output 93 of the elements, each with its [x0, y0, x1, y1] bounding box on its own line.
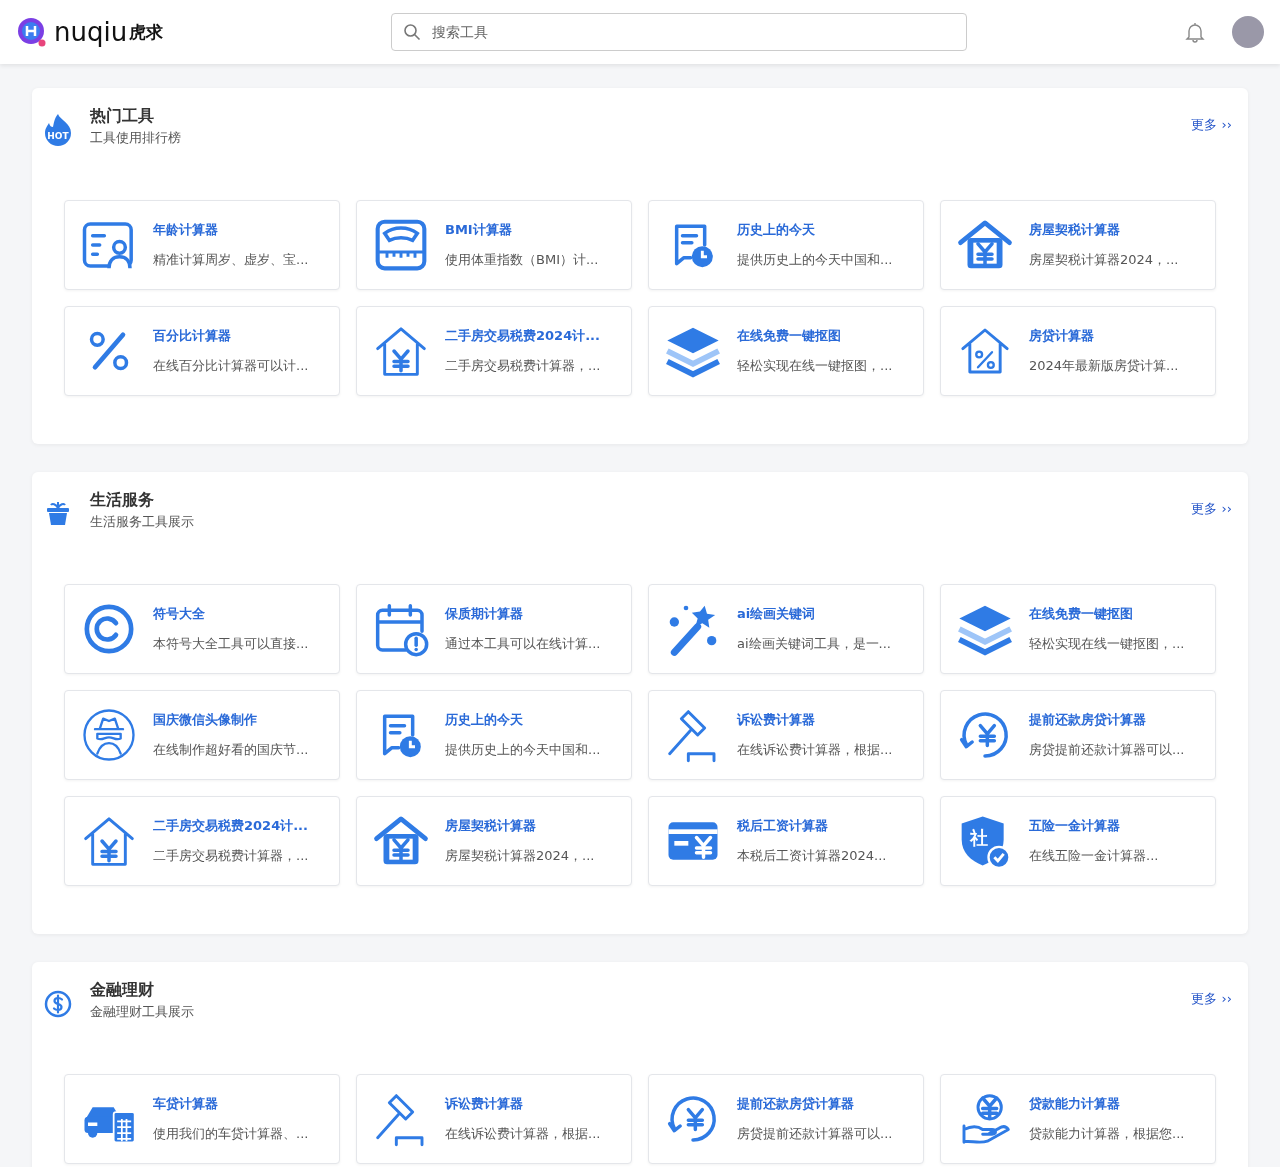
tool-card[interactable]: 二手房交易税费2024计... 二手房交易税费计算器，... — [356, 306, 632, 396]
tool-description: 二手房交易税费计算器，... — [445, 357, 601, 375]
tool-name: BMI计算器 — [445, 221, 513, 239]
tool-card[interactable]: 保质期计算器 通过本工具可以在线计算... — [356, 584, 632, 674]
tool-name: 房贷计算器 — [1029, 327, 1095, 345]
tool-card[interactable]: 符号大全 本符号大全工具可以直接... — [64, 584, 340, 674]
tool-name: 年龄计算器 — [153, 221, 219, 239]
tool-card[interactable]: BMI计算器 使用体重指数（BMI）计... — [356, 200, 632, 290]
tool-card[interactable]: 在线免费一键抠图 轻松实现在线一键抠图，... — [648, 306, 924, 396]
tool-description: 在线五险一金计算器... — [1029, 847, 1159, 865]
tool-description: 贷款能力计算器，根据您... — [1029, 1125, 1185, 1143]
tool-name: 保质期计算器 — [445, 605, 524, 623]
tool-description: 房贷提前还款计算器可以... — [737, 1125, 893, 1143]
tool-card[interactable]: 国庆微信头像制作 在线制作超好看的国庆节... — [64, 690, 340, 780]
tool-name: 历史上的今天 — [737, 221, 816, 239]
tool-description: ai绘画关键词工具，是一... — [737, 635, 891, 653]
tool-card[interactable]: 房贷计算器 2024年最新版房贷计算... — [940, 306, 1216, 396]
tool-name: 国庆微信头像制作 — [153, 711, 258, 729]
tool-description: 轻松实现在线一键抠图，... — [1029, 635, 1185, 653]
tool-name: 历史上的今天 — [445, 711, 524, 729]
more-link[interactable]: 更多 ›› — [1191, 116, 1232, 134]
more-link[interactable]: 更多 ›› — [1191, 500, 1232, 518]
tool-card[interactable]: 房屋契税计算器 房屋契税计算器2024，... — [940, 200, 1216, 290]
tool-description: 房屋契税计算器2024，... — [445, 847, 595, 865]
tool-name: 诉讼费计算器 — [737, 711, 816, 729]
tool-name: 在线免费一键抠图 — [737, 327, 842, 345]
section-title: 热门工具 — [90, 106, 155, 127]
tool-card[interactable]: 年龄计算器 精准计算周岁、虚岁、宝... — [64, 200, 340, 290]
tool-card[interactable]: 诉讼费计算器 在线诉讼费计算器，根据... — [356, 1074, 632, 1164]
tool-description: 使用体重指数（BMI）计... — [445, 251, 599, 269]
tool-description: 在线诉讼费计算器，根据... — [737, 741, 893, 759]
calendar-alert-icon — [373, 601, 429, 657]
tool-card[interactable]: 贷款能力计算器 贷款能力计算器，根据您... — [940, 1074, 1216, 1164]
search-field[interactable]: 搜索工具 — [391, 13, 967, 51]
tool-name: 提前还款房贷计算器 — [1029, 711, 1147, 729]
tool-description: 精准计算周岁、虚岁、宝... — [153, 251, 309, 269]
tool-card[interactable]: 提前还款房贷计算器 房贷提前还款计算器可以... — [648, 1074, 924, 1164]
tool-card[interactable]: 税后工资计算器 本税后工资计算器2024... — [648, 796, 924, 886]
tool-description: 通过本工具可以在线计算... — [445, 635, 601, 653]
tool-name: 符号大全 — [153, 605, 206, 623]
tool-description: 在线诉讼费计算器，根据... — [445, 1125, 601, 1143]
tool-description: 本符号大全工具可以直接... — [153, 635, 309, 653]
tool-card[interactable]: 诉讼费计算器 在线诉讼费计算器，根据... — [648, 690, 924, 780]
spy-face-icon — [81, 707, 137, 763]
tool-name: 贷款能力计算器 — [1029, 1095, 1121, 1113]
tool-name: 二手房交易税费2024计... — [445, 327, 601, 345]
tool-card[interactable]: ai绘画关键词 ai绘画关键词工具，是一... — [648, 584, 924, 674]
tool-name: 提前还款房贷计算器 — [737, 1095, 855, 1113]
tool-name: 在线免费一键抠图 — [1029, 605, 1134, 623]
section-subtitle: 工具使用排行榜 — [90, 129, 181, 147]
tool-card[interactable]: 百分比计算器 在线百分比计算器可以计... — [64, 306, 340, 396]
logo-icon — [16, 16, 48, 48]
tool-description: 本税后工资计算器2024... — [737, 847, 887, 865]
tool-name: 二手房交易税费2024计... — [153, 817, 309, 835]
tool-card[interactable]: 历史上的今天 提供历史上的今天中国和... — [648, 200, 924, 290]
notification-bell-icon[interactable] — [1184, 21, 1206, 43]
tool-name: 五险一金计算器 — [1029, 817, 1121, 835]
tool-name: ai绘画关键词 — [737, 605, 817, 623]
tool-description: 提供历史上的今天中国和... — [445, 741, 601, 759]
tool-name: 房屋契税计算器 — [445, 817, 537, 835]
tool-description: 二手房交易税费计算器，... — [153, 847, 309, 865]
tool-name: 车贷计算器 — [153, 1095, 219, 1113]
tool-card[interactable]: 房屋契税计算器 房屋契税计算器2024，... — [356, 796, 632, 886]
section-title: 生活服务 — [90, 490, 155, 511]
tool-description: 2024年最新版房贷计算... — [1029, 357, 1179, 375]
logo-text: 虎求 — [129, 20, 164, 44]
flame-icon: HOT — [44, 114, 72, 146]
tool-name: 百分比计算器 — [153, 327, 232, 345]
tool-card[interactable]: 社 五险一金计算器 在线五险一金计算器... — [940, 796, 1216, 886]
tool-card[interactable]: 历史上的今天 提供历史上的今天中国和... — [356, 690, 632, 780]
tool-description: 轻松实现在线一键抠图，... — [737, 357, 893, 375]
tool-card[interactable]: 车贷计算器 使用我们的车贷计算器、... — [64, 1074, 340, 1164]
section-title: 金融理财 — [90, 980, 155, 1001]
tool-description: 房屋契税计算器2024，... — [1029, 251, 1179, 269]
logo-text: nuqiu — [54, 17, 128, 47]
user-avatar[interactable] — [1232, 16, 1264, 48]
tool-name: 诉讼费计算器 — [445, 1095, 524, 1113]
tool-name: 房屋契税计算器 — [1029, 221, 1121, 239]
tool-card[interactable]: 提前还款房贷计算器 房贷提前还款计算器可以... — [940, 690, 1216, 780]
search-icon — [403, 23, 421, 41]
tool-description: 在线制作超好看的国庆节... — [153, 741, 309, 759]
section-subtitle: 金融理财工具展示 — [90, 1003, 194, 1021]
tool-description: 使用我们的车贷计算器、... — [153, 1125, 309, 1143]
tool-description: 在线百分比计算器可以计... — [153, 357, 309, 375]
tool-card[interactable]: 在线免费一键抠图 轻松实现在线一键抠图，... — [940, 584, 1216, 674]
tool-description: 提供历史上的今天中国和... — [737, 251, 893, 269]
tool-name: 税后工资计算器 — [737, 817, 829, 835]
tool-description: 房贷提前还款计算器可以... — [1029, 741, 1185, 759]
dollar-circle-icon — [44, 988, 72, 1020]
more-link[interactable]: 更多 ›› — [1191, 990, 1232, 1008]
scale-icon — [373, 217, 429, 273]
section-subtitle: 生活服务工具展示 — [90, 513, 194, 531]
tool-card[interactable]: 二手房交易税费2024计... 二手房交易税费计算器，... — [64, 796, 340, 886]
